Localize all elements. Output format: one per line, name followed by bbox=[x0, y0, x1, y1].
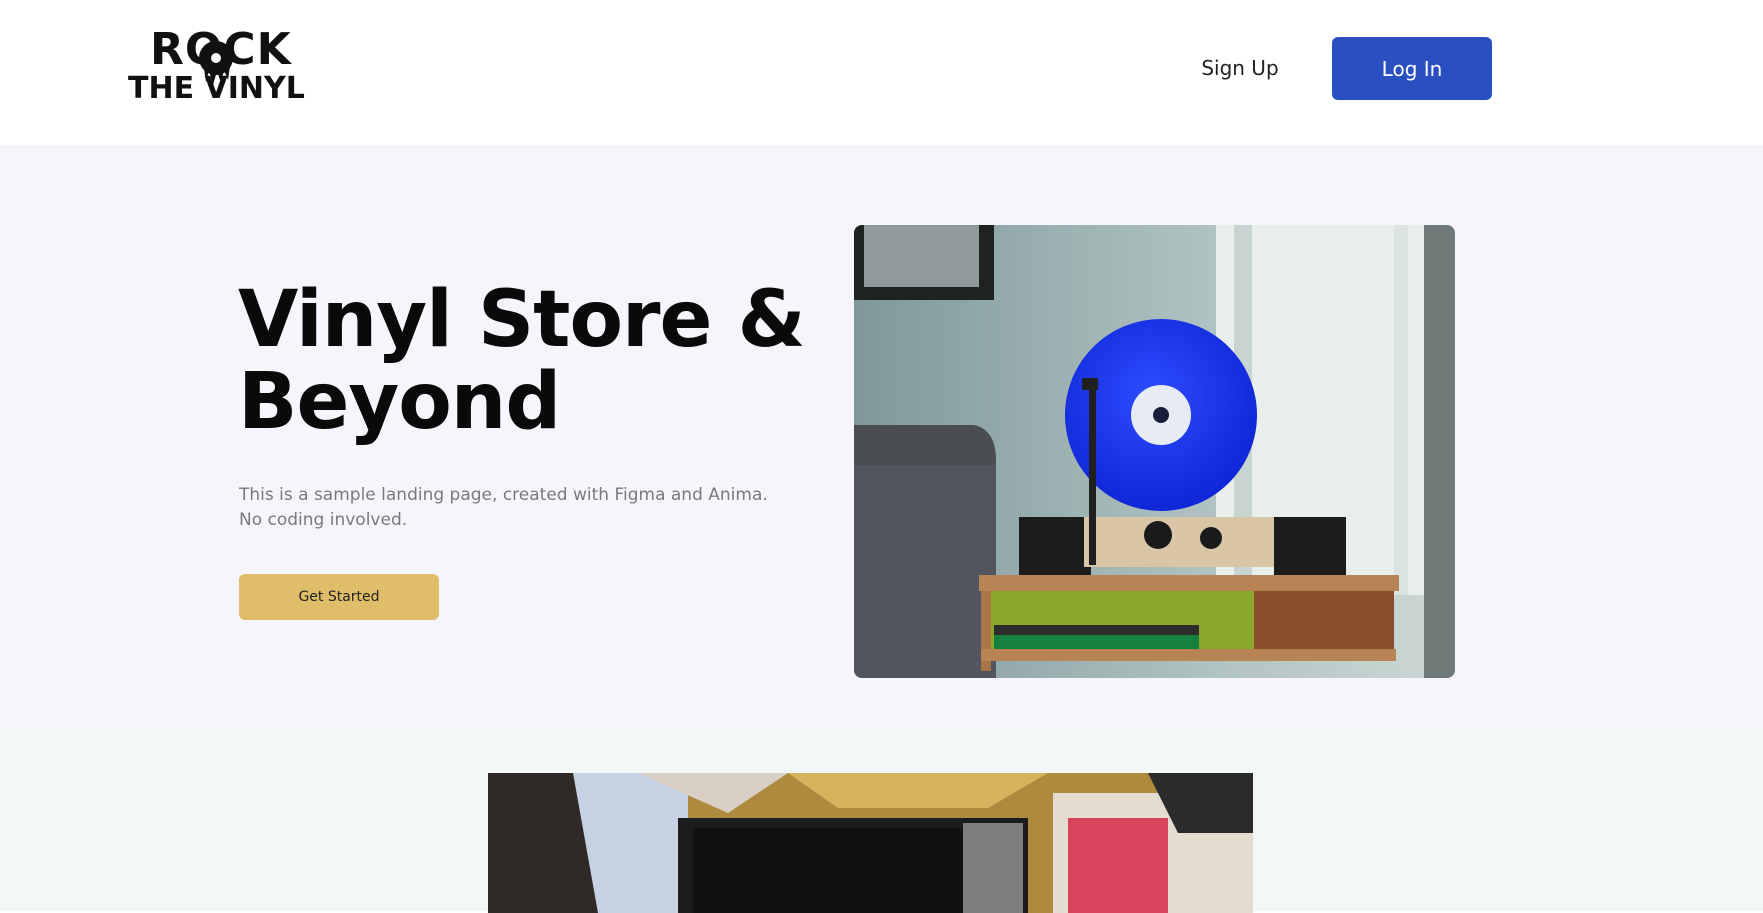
turntable-photo bbox=[854, 225, 1455, 678]
hero-section: Vinyl Store & Beyond This is a sample la… bbox=[0, 145, 1763, 725]
featured-section bbox=[0, 725, 1763, 913]
rock-the-vinyl-logo[interactable]: ROCK THE VINYL bbox=[128, 26, 332, 110]
site-header: ROCK THE VINYL Sign Up Log In bbox=[0, 0, 1763, 145]
hero-description: This is a sample landing page, created w… bbox=[239, 485, 768, 530]
record-player-photo bbox=[488, 773, 1253, 913]
hero-title: Vinyl Store & Beyond bbox=[238, 275, 806, 447]
log-in-button[interactable]: Log In bbox=[1332, 37, 1492, 100]
get-started-button[interactable]: Get Started bbox=[239, 574, 439, 620]
logo-line-2: THE VINYL bbox=[128, 71, 305, 106]
sign-up-button[interactable]: Sign Up bbox=[1186, 50, 1294, 86]
